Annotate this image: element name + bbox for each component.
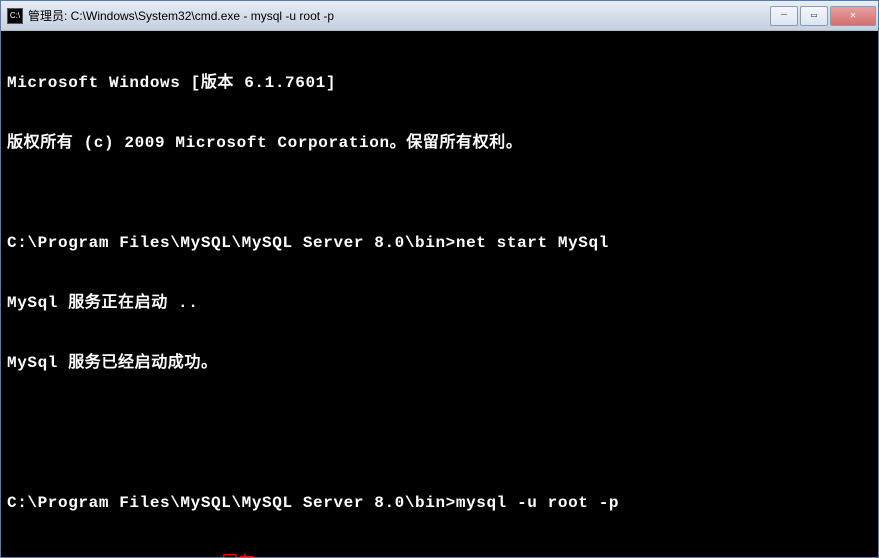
close-button[interactable]: ✕ [830,6,876,26]
console-line: Microsoft Windows [版本 6.1.7601] [7,73,872,93]
titlebar[interactable]: C:\ 管理员: C:\Windows\System32\cmd.exe - m… [1,1,878,31]
window-title: 管理员: C:\Windows\System32\cmd.exe - mysql… [28,7,770,24]
maximize-button[interactable]: ▭ [800,6,828,26]
window-controls: — ▭ ✕ [770,6,876,26]
cmd-icon: C:\ [7,8,23,24]
console-line: C:\Program Files\MySQL\MySQL Server 8.0\… [7,493,872,513]
console-output[interactable]: Microsoft Windows [版本 6.1.7601] 版权所有 (c)… [1,31,878,557]
console-line: 版权所有 (c) 2009 Microsoft Corporation。保留所有… [7,133,872,153]
minimize-button[interactable]: — [770,6,798,26]
cmd-window: C:\ 管理员: C:\Windows\System32\cmd.exe - m… [0,0,879,558]
console-line: MySql 服务已经启动成功。 [7,353,872,373]
enter-annotation: 回车 [222,553,255,557]
console-line: C:\Program Files\MySQL\MySQL Server 8.0\… [7,233,872,253]
console-line: Enter password: 回车 [7,553,872,557]
console-line: MySql 服务正在启动 .. [7,293,872,313]
